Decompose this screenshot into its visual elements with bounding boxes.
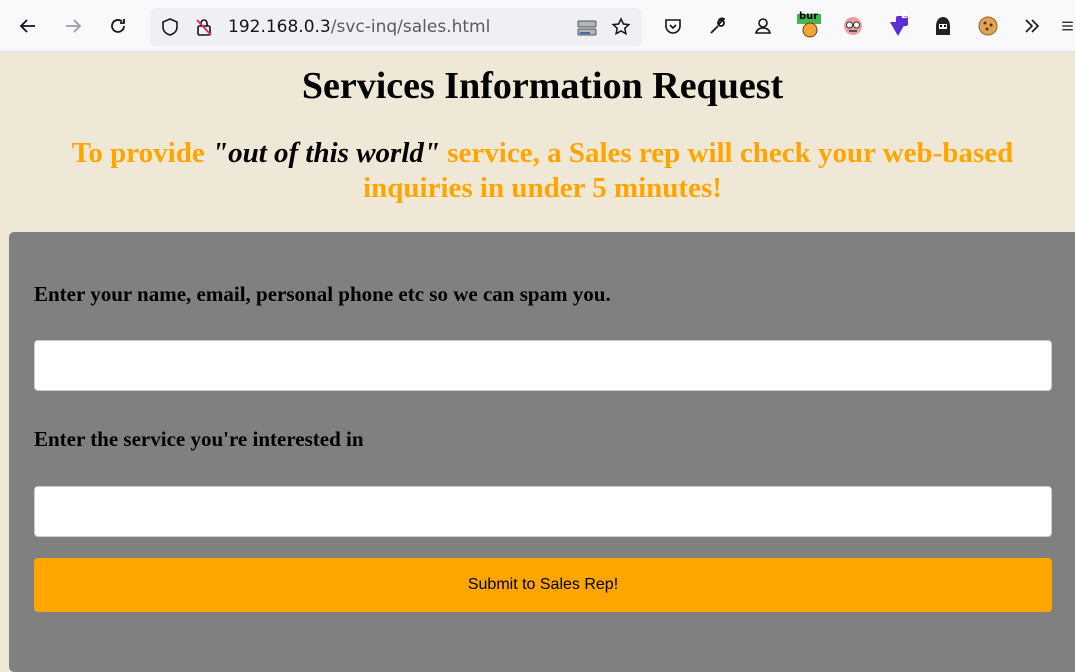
wrench-icon [710,17,726,34]
pocket-icon [665,19,681,34]
subtitle-lead: To provide [71,137,212,169]
page-title: Services Information Request [301,65,784,107]
url-host: 192.168.0.3 [228,17,331,37]
cookie-extension-button[interactable] [972,10,1004,42]
insecure-lock-icon[interactable] [194,17,214,37]
reload-button[interactable] [102,10,134,42]
burp-badge: bur [799,11,819,22]
page-subtitle: To provide "out of this world" service, … [40,136,1045,206]
url-path: /svc-inq/sales.html [330,17,491,37]
face-extension-icon [844,17,862,35]
back-button[interactable] [12,10,44,42]
address-bar[interactable]: 192.168.0.3/svc-inq/sales.html [150,8,642,46]
account-icon [754,18,772,34]
inquiry-form: Enter your name, email, personal phone e… [9,232,1075,672]
chevron-double-right-icon [1025,19,1040,33]
service-label: Enter the service you're interested in [34,427,364,451]
hacker-extension-button[interactable] [927,10,959,42]
back-arrow-icon [19,19,35,33]
hooded-figure-icon [936,17,950,35]
forward-arrow-icon [66,19,82,33]
subtitle-rest: service, a Sales rep will check your web… [363,137,1014,204]
shield-icon[interactable] [160,17,180,37]
account-button[interactable] [747,10,779,42]
notification-badge: 2 [901,10,908,21]
browser-toolbar: 192.168.0.3/svc-inq/sales.html bur 2 [0,0,1075,52]
url-text[interactable]: 192.168.0.3/svc-inq/sales.html [228,17,490,37]
bookmark-star-icon[interactable] [611,17,631,37]
hamburger-menu-icon [1062,21,1073,31]
overflow-menu-button[interactable] [1016,10,1048,42]
wappalyzer-extension-button[interactable] [837,10,869,42]
subtitle-quote: "out of this world" [211,137,440,169]
download-extension-button[interactable]: 2 [882,10,914,42]
burp-extension-button[interactable]: bur [793,10,825,42]
app-menu-button[interactable] [1060,10,1075,42]
submit-button[interactable]: Submit to Sales Rep! [34,558,1052,612]
server-icon[interactable] [576,18,598,38]
forward-button[interactable] [57,10,89,42]
reload-icon [111,19,125,33]
contact-input[interactable] [34,340,1052,391]
pocket-button[interactable] [657,10,689,42]
contact-label: Enter your name, email, personal phone e… [34,282,611,306]
tools-button[interactable] [702,10,734,42]
cookie-icon [978,16,998,36]
service-input[interactable] [34,486,1052,537]
